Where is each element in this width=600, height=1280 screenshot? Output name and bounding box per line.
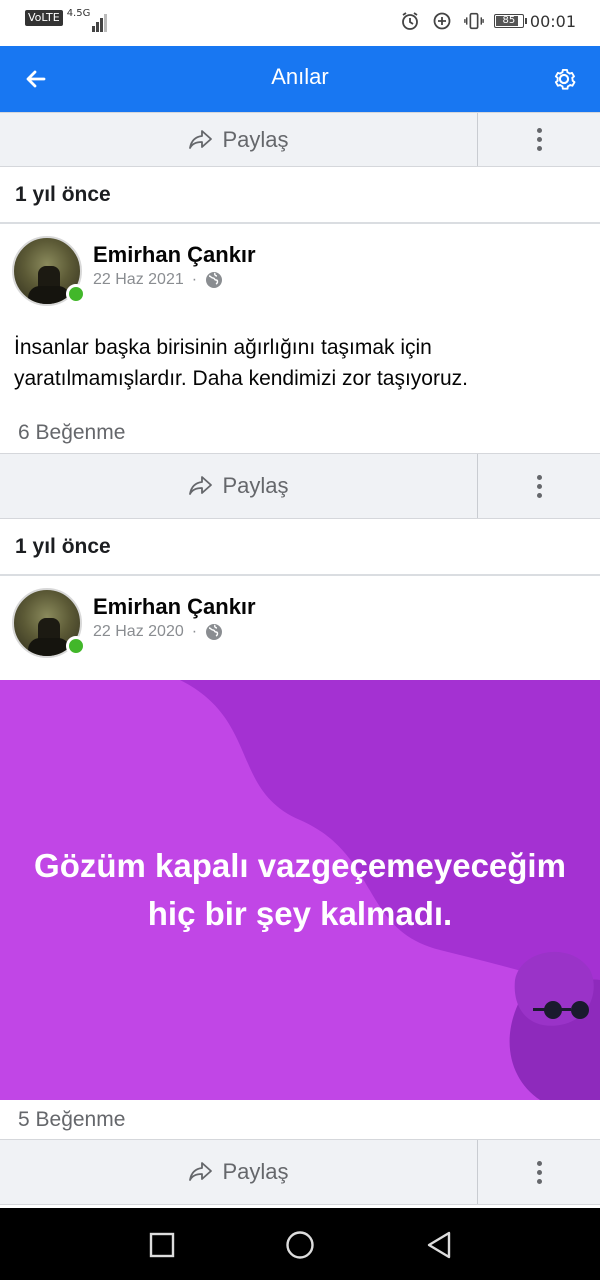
online-status-dot: [66, 636, 86, 656]
vibrate-icon: [464, 11, 484, 31]
memory-time-header: 1 yıl önce: [0, 519, 600, 576]
share-arrow-icon: [189, 129, 213, 149]
circle-icon[interactable]: [285, 1230, 315, 1260]
post-author[interactable]: Emirhan Çankır: [93, 242, 256, 268]
post-date[interactable]: 22 Haz 2021: [93, 271, 184, 289]
battery-icon: 85: [493, 14, 527, 28]
page-title: Anılar: [271, 64, 329, 89]
data-saver-icon: [432, 11, 452, 31]
square-icon[interactable]: [147, 1230, 177, 1260]
post-meta: 22 Haz 2020 ·: [93, 623, 223, 641]
meta-separator: ·: [191, 271, 198, 288]
three-dots-vertical-icon: [536, 126, 542, 153]
post-action-bar: Paylaş: [0, 453, 600, 519]
globe-icon: [206, 624, 223, 640]
share-label: Paylaş: [222, 126, 289, 152]
globe-icon: [206, 272, 223, 288]
post-date[interactable]: 22 Haz 2020: [93, 623, 184, 641]
app-bar: Anılar: [0, 46, 600, 112]
gear-icon[interactable]: [550, 65, 578, 93]
network-type: 4.5G: [66, 8, 91, 19]
share-button[interactable]: Paylaş: [0, 113, 478, 166]
post-background-banner[interactable]: Gözüm kapalı vazgeçemeyeceğim hiç bir şe…: [0, 680, 600, 1100]
banner-text: Gözüm kapalı vazgeçemeyeceğim hiç bir şe…: [34, 847, 566, 932]
more-options-button[interactable]: [478, 113, 600, 166]
more-options-button[interactable]: [478, 454, 600, 518]
memories-feed[interactable]: Paylaş 1 yıl önce Emirhan Çankır 22 Haz …: [0, 112, 600, 1205]
share-label: Paylaş: [222, 1159, 289, 1184]
alarm-icon: [400, 11, 420, 31]
system-navigation-bar: [0, 1208, 600, 1280]
post-text: İnsanlar başka birisinin ağırlığını taşı…: [14, 336, 468, 390]
share-arrow-icon: [189, 1162, 213, 1181]
memory-time-header: 1 yıl önce: [0, 167, 600, 224]
post-header: Emirhan Çankır 22 Haz 2021 ·: [0, 224, 600, 308]
signal-icon: [92, 10, 108, 32]
post-header: Emirhan Çankır 22 Haz 2020 ·: [0, 576, 600, 660]
share-button[interactable]: Paylaş: [0, 1140, 478, 1204]
triangle-back-icon[interactable]: [424, 1230, 454, 1260]
more-options-button[interactable]: [478, 1140, 600, 1204]
meta-separator: ·: [191, 623, 198, 640]
battery-level: 85: [502, 15, 516, 26]
volte-indicator: VoLTE: [25, 10, 63, 26]
status-bar: VoLTE 4.5G 85 00:01: [0, 0, 600, 46]
share-label: Paylaş: [222, 473, 289, 498]
online-status-dot: [66, 284, 86, 304]
status-clock: 00:01: [529, 11, 576, 31]
post-meta: 22 Haz 2021 ·: [93, 271, 223, 289]
three-dots-vertical-icon: [536, 473, 542, 500]
share-button[interactable]: Paylaş: [0, 454, 478, 518]
post-author[interactable]: Emirhan Çankır: [93, 594, 256, 620]
like-count[interactable]: 6 Beğenme: [0, 412, 600, 453]
post-action-bar: Paylaş: [0, 1139, 600, 1205]
post-action-bar: Paylaş: [0, 112, 600, 167]
share-arrow-icon: [189, 476, 213, 495]
three-dots-vertical-icon: [536, 1159, 542, 1186]
like-count[interactable]: 5 Beğenme: [0, 1100, 600, 1139]
